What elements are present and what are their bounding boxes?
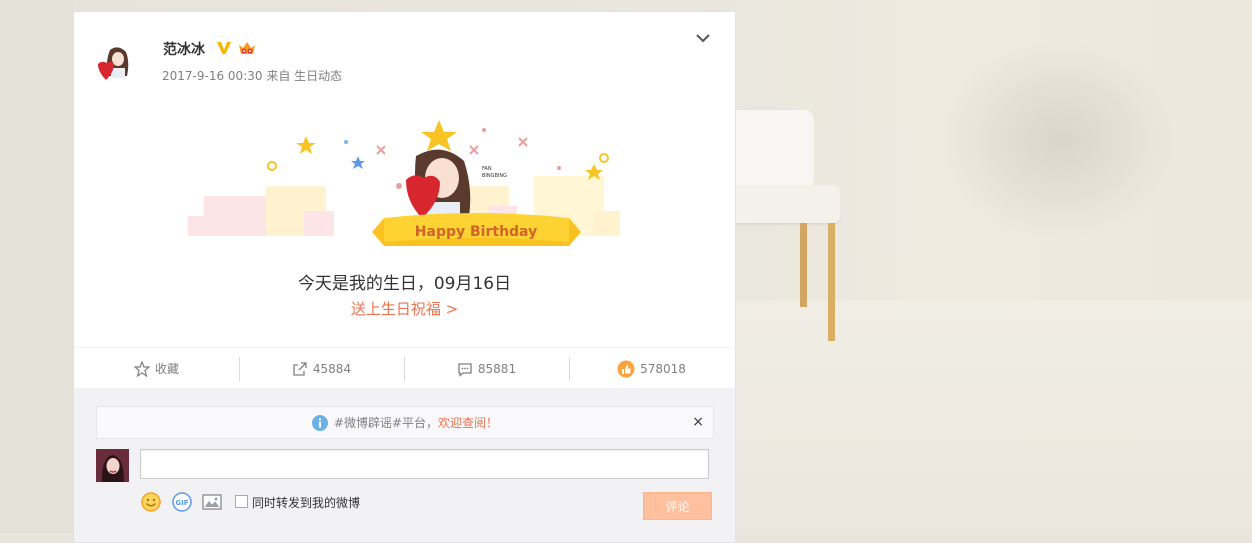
forward-to-my-weibo-checkbox[interactable] <box>235 495 248 508</box>
background-left-panel <box>0 0 73 533</box>
image-icon[interactable] <box>201 491 223 513</box>
post-timestamp[interactable]: 2017-9-16 00:30 <box>162 69 263 83</box>
birthday-message: 今天是我的生日，09月16日 <box>297 274 512 294</box>
banner-happy-birthday-text: Happy Birthday <box>415 224 537 240</box>
comment-section: #微博辟谣#平台， 欢迎查阅！ × GIF 同时转发到我的微博 评论 <box>74 388 735 542</box>
gif-icon[interactable]: GIF <box>171 491 193 513</box>
chevron-down-icon[interactable] <box>693 30 713 46</box>
like-count: 578018 <box>640 361 686 376</box>
svg-text:BINGBING: BINGBING <box>482 173 507 179</box>
birthday-banner: FAN BINGBING Happy Birthday <box>184 106 651 256</box>
background-stool <box>734 185 842 345</box>
emoji-icon[interactable] <box>140 491 162 513</box>
comment-count: 85881 <box>477 361 517 376</box>
send-birthday-wishes-link[interactable]: 送上生日祝福 > <box>74 298 735 319</box>
like-button[interactable]: 578018 <box>569 348 734 389</box>
repost-icon <box>293 361 307 376</box>
info-icon <box>311 414 328 431</box>
notice-link[interactable]: 欢迎查阅！ <box>438 414 498 431</box>
comment-icon <box>458 362 472 377</box>
post-source: 来自 生日动态 <box>266 69 343 83</box>
vip-crown-icon[interactable] <box>237 39 257 57</box>
repost-button[interactable]: 45884 <box>239 348 404 389</box>
close-icon[interactable]: × <box>692 414 704 430</box>
background-vase <box>734 110 814 188</box>
repost-count: 45884 <box>312 361 352 376</box>
weibo-post-card: 范冰冰 2017-9-16 00:30 来自 生日动态 FAN BINGBING… <box>73 11 736 543</box>
comment-submit-button[interactable]: 评论 <box>643 492 712 520</box>
favorite-button[interactable]: 收藏 <box>74 348 239 389</box>
post-action-bar: 收藏 45884 85881 578018 <box>74 347 735 389</box>
svg-text:FAN: FAN <box>482 166 492 172</box>
gif-label: GIF <box>175 499 188 507</box>
post-meta: 2017-9-16 00:30 来自 生日动态 <box>162 67 342 84</box>
comment-button[interactable]: 85881 <box>404 348 569 389</box>
rumor-notice-banner: #微博辟谣#平台， 欢迎查阅！ × <box>96 406 714 439</box>
thumb-up-icon <box>617 360 635 377</box>
forward-to-my-weibo-label[interactable]: 同时转发到我的微博 <box>252 494 360 511</box>
current-user-avatar[interactable] <box>96 449 129 482</box>
author-avatar[interactable] <box>94 42 136 84</box>
background-wall-texture <box>940 40 1180 240</box>
star-icon <box>133 360 150 377</box>
notice-text[interactable]: #微博辟谣#平台， <box>334 414 438 431</box>
verified-badge-icon[interactable] <box>216 40 232 56</box>
author-name[interactable]: 范冰冰 <box>163 39 205 59</box>
favorite-label: 收藏 <box>154 362 179 376</box>
comment-input[interactable] <box>140 449 709 479</box>
